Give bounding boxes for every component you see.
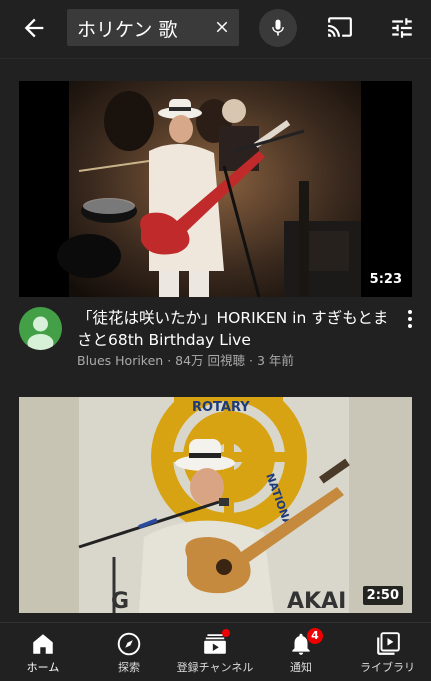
nav-explore[interactable]: 探索 xyxy=(86,623,172,681)
channel-avatar[interactable] xyxy=(19,307,62,350)
microphone-icon xyxy=(272,19,284,36)
voice-search-button[interactable] xyxy=(259,9,297,47)
explore-icon xyxy=(117,632,141,656)
banner-text-rotary: ROTARY xyxy=(192,400,250,415)
nav-label: ライブラリ xyxy=(360,661,415,674)
avatar-person-icon xyxy=(27,316,54,350)
nav-label: ホーム xyxy=(26,661,60,674)
search-query-text: ホリケン 歌 xyxy=(77,19,178,41)
rotary-stage-thumbnail-image: ROTARY NATIONAL G AKAI xyxy=(19,397,412,613)
nav-notifications[interactable]: 4 通知 xyxy=(258,623,344,681)
new-content-dot xyxy=(222,629,230,637)
video-thumbnail[interactable]: 5:23 xyxy=(19,81,412,297)
bottom-navigation: ホーム 探索 登録チャンネル 4 通知 ライブラリ xyxy=(0,622,431,681)
filter-icon[interactable] xyxy=(389,15,415,41)
concert-thumbnail-image xyxy=(57,81,361,297)
video-thumbnail[interactable]: ROTARY NATIONAL G AKAI 2:50 xyxy=(19,397,412,613)
video-title[interactable]: 「徒花は咲いたか」HORIKEN in すぎもとまさと68th Birthday… xyxy=(77,307,395,351)
nav-label: 通知 xyxy=(290,661,312,674)
video-metadata: Blues Horiken · 84万 回視聴 · 3 年前 xyxy=(77,353,294,368)
back-arrow-icon[interactable] xyxy=(20,14,48,42)
search-input[interactable]: ホリケン 歌 xyxy=(67,9,239,46)
nav-home[interactable]: ホーム xyxy=(0,623,86,681)
home-icon xyxy=(33,634,53,654)
more-options-icon[interactable] xyxy=(404,310,416,330)
top-app-bar: ホリケン 歌 xyxy=(0,0,431,58)
nav-subscriptions[interactable]: 登録チャンネル xyxy=(172,623,258,681)
nav-library[interactable]: ライブラリ xyxy=(344,623,431,681)
cast-icon[interactable] xyxy=(325,14,355,40)
banner-text-akai: AKAI xyxy=(287,589,346,613)
channel-name[interactable]: Blues Horiken xyxy=(77,353,163,368)
video-duration: 5:23 xyxy=(365,270,406,289)
notification-count-badge: 4 xyxy=(307,628,323,644)
library-icon xyxy=(376,632,400,655)
nav-label: 探索 xyxy=(118,661,140,674)
clear-search-icon[interactable] xyxy=(213,18,231,36)
divider xyxy=(0,58,431,59)
nav-label: 登録チャンネル xyxy=(176,661,254,674)
upload-age: 3 年前 xyxy=(256,353,294,368)
view-count: 84万 回視聴 xyxy=(175,353,246,368)
video-duration: 2:50 xyxy=(362,586,403,605)
